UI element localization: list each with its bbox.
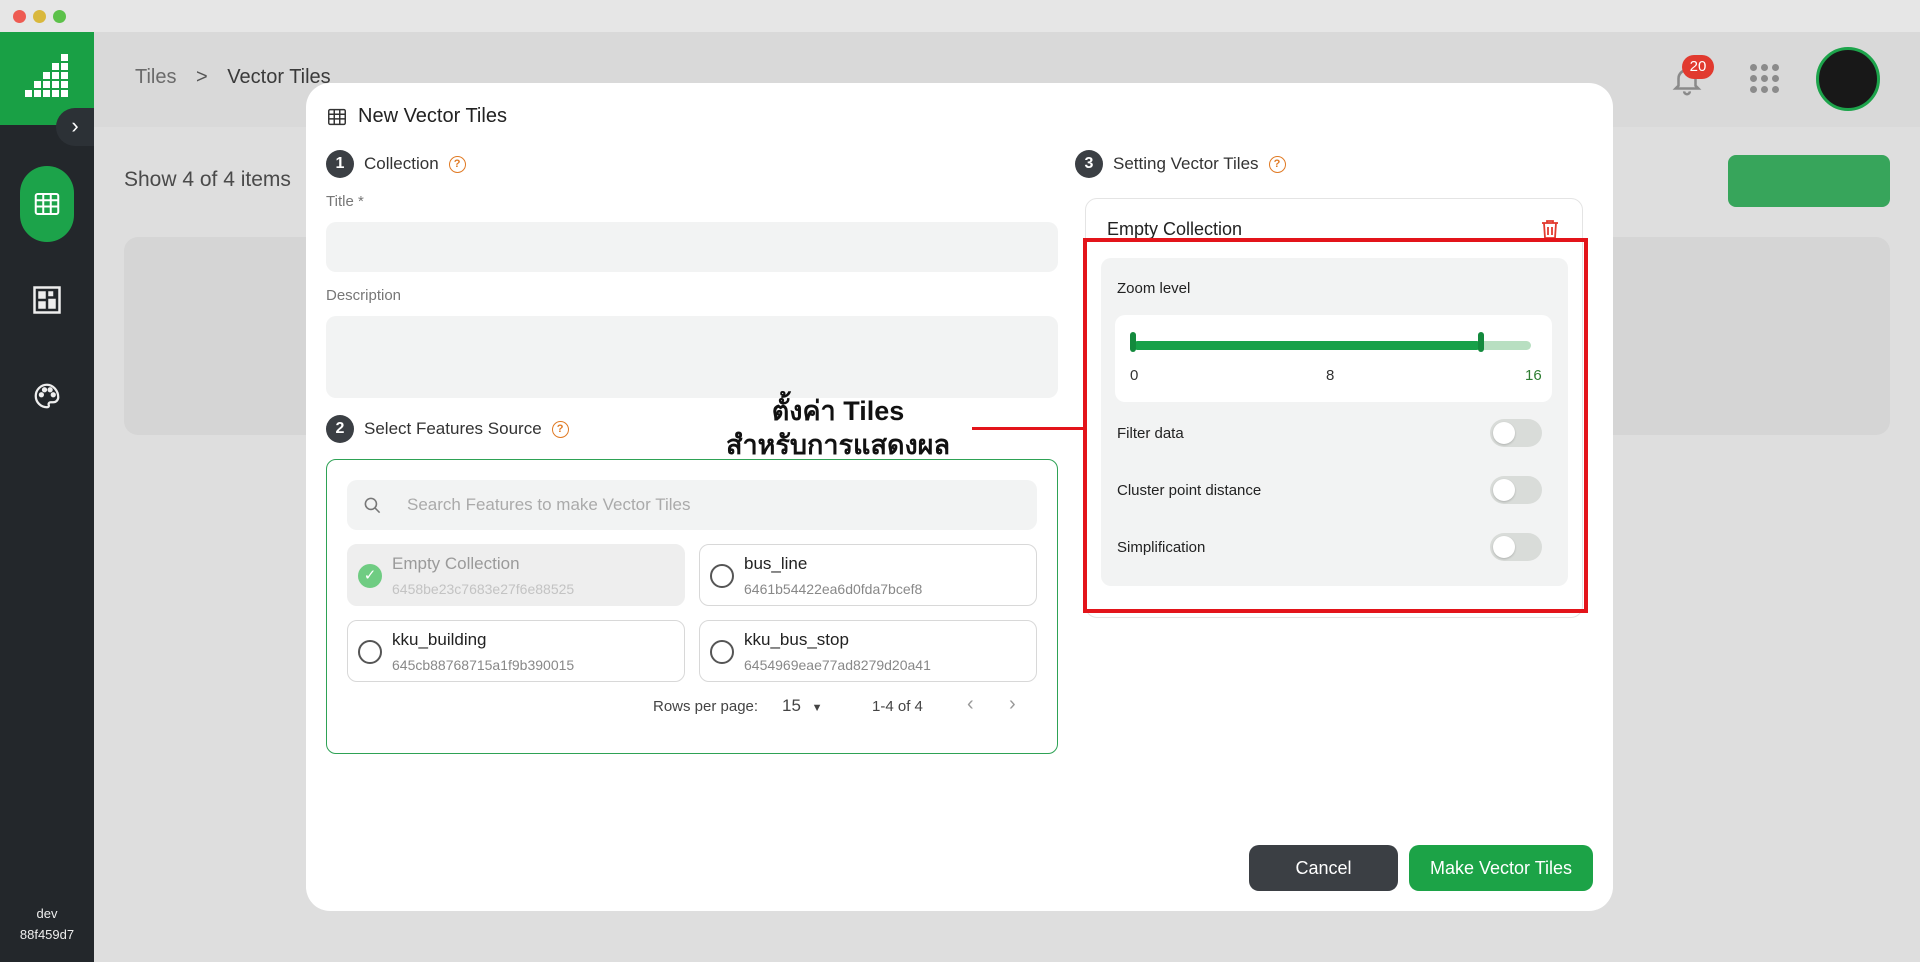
search-placeholder: Search Features to make Vector Tiles [407, 495, 691, 514]
sidebar: › dev 88f459d7 [0, 32, 94, 962]
feature-option-bus-line[interactable]: bus_line 6461b54422ea6d0fda7bcef8 [699, 544, 1037, 606]
step-number: 1 [326, 150, 354, 178]
blocks-icon [33, 286, 61, 314]
breadcrumb-tiles[interactable]: Tiles [135, 66, 176, 88]
modal-title-text: New Vector Tiles [358, 105, 507, 127]
next-page-icon[interactable]: › [1009, 693, 1016, 716]
feature-id: 6458be23c7683e27f6e88525 [392, 581, 575, 597]
env-label: dev [36, 906, 58, 921]
breadcrumb-separator: > [196, 66, 208, 88]
window-titlebar [0, 0, 1920, 32]
expand-sidebar-button[interactable]: › [56, 108, 94, 146]
annotation-text: ตั้งค่า Tiles สำหรับการแสดงผล [700, 394, 976, 462]
annotation-highlight-box [1083, 238, 1588, 613]
make-vector-tiles-button[interactable]: Make Vector Tiles [1409, 845, 1593, 891]
help-icon[interactable]: ? [551, 420, 569, 438]
step-number: 2 [326, 415, 354, 443]
notification-badge: 20 [1682, 55, 1714, 79]
search-icon [364, 497, 381, 514]
features-source-panel: Search Features to make Vector Tiles ✓ E… [326, 459, 1058, 754]
feature-option-kku-building[interactable]: kku_building 645cb88768715a1f9b390015 [347, 620, 685, 682]
title-input[interactable] [326, 222, 1058, 272]
caret-down-icon: ▼ [811, 702, 823, 714]
step-setting-vector-tiles: 3 Setting Vector Tiles ? [1075, 150, 1286, 178]
feature-id: 6461b54422ea6d0fda7bcef8 [744, 581, 923, 597]
table-grid-icon [328, 108, 346, 125]
settings-collection-name: Empty Collection [1107, 219, 1243, 239]
radio-button[interactable] [710, 640, 734, 664]
feature-name: kku_building [392, 630, 487, 649]
annotation-line-2: สำหรับการแสดงผล [725, 430, 951, 460]
description-input[interactable] [326, 316, 1058, 398]
feature-option-kku-bus-stop[interactable]: kku_bus_stop 6454969eae77ad8279d20a41 [699, 620, 1037, 682]
logo-icon [25, 54, 69, 98]
check-icon: ✓ [358, 564, 382, 588]
minimize-window-button[interactable] [33, 10, 46, 23]
step-label: Setting Vector Tiles [1113, 154, 1259, 173]
modal-title: New Vector Tiles [326, 105, 507, 128]
rows-per-page-value: 15 [782, 696, 801, 715]
trash-icon[interactable] [1541, 219, 1559, 239]
new-vector-tiles-button[interactable] [1728, 155, 1890, 207]
step-collection: 1 Collection ? [326, 150, 466, 178]
description-label: Description [326, 287, 402, 304]
user-avatar[interactable] [1816, 47, 1880, 111]
feature-id: 645cb88768715a1f9b390015 [392, 657, 575, 673]
feature-name: bus_line [744, 554, 808, 573]
chevron-right-icon: › [71, 113, 79, 138]
step-label: Select Features Source [364, 419, 542, 438]
rows-per-page-label: Rows per page: [653, 698, 759, 715]
cancel-button[interactable]: Cancel [1249, 845, 1398, 891]
radio-button[interactable] [710, 564, 734, 588]
table-grid-icon [34, 193, 60, 215]
breadcrumb-vector-tiles: Vector Tiles [227, 66, 331, 88]
features-search-input[interactable]: Search Features to make Vector Tiles [347, 480, 1037, 530]
feature-option-empty-collection[interactable]: ✓ Empty Collection 6458be23c7683e27f6e88… [347, 544, 685, 606]
sidebar-item-tiles[interactable] [20, 166, 74, 242]
annotation-connector-line [972, 427, 1084, 430]
radio-button[interactable] [358, 640, 382, 664]
apps-grid-icon[interactable] [1750, 64, 1780, 94]
help-icon[interactable]: ? [448, 155, 466, 173]
build-hash: 88f459d7 [19, 927, 75, 942]
sidebar-item-styles[interactable] [20, 358, 74, 434]
feature-name: kku_bus_stop [744, 630, 849, 649]
close-window-button[interactable] [13, 10, 26, 23]
feature-name: Empty Collection [392, 554, 520, 573]
rows-per-page-select[interactable]: 15 ▼ [782, 696, 823, 716]
pagination-range: 1-4 of 4 [872, 698, 923, 715]
palette-icon [34, 383, 60, 409]
step-number: 3 [1075, 150, 1103, 178]
items-count-text: Show 4 of 4 items [124, 168, 291, 191]
maximize-window-button[interactable] [53, 10, 66, 23]
title-label: Title * [326, 193, 364, 210]
annotation-line-1: ตั้งค่า Tiles [771, 396, 905, 426]
breadcrumb: Tiles > Vector Tiles [135, 66, 331, 89]
help-icon[interactable]: ? [1268, 155, 1286, 173]
step-select-features: 2 Select Features Source ? [326, 415, 569, 443]
step-label: Collection [364, 154, 439, 173]
feature-id: 6454969eae77ad8279d20a41 [744, 657, 931, 673]
sidebar-item-layers[interactable] [20, 262, 74, 338]
prev-page-icon[interactable]: ‹ [967, 693, 974, 716]
